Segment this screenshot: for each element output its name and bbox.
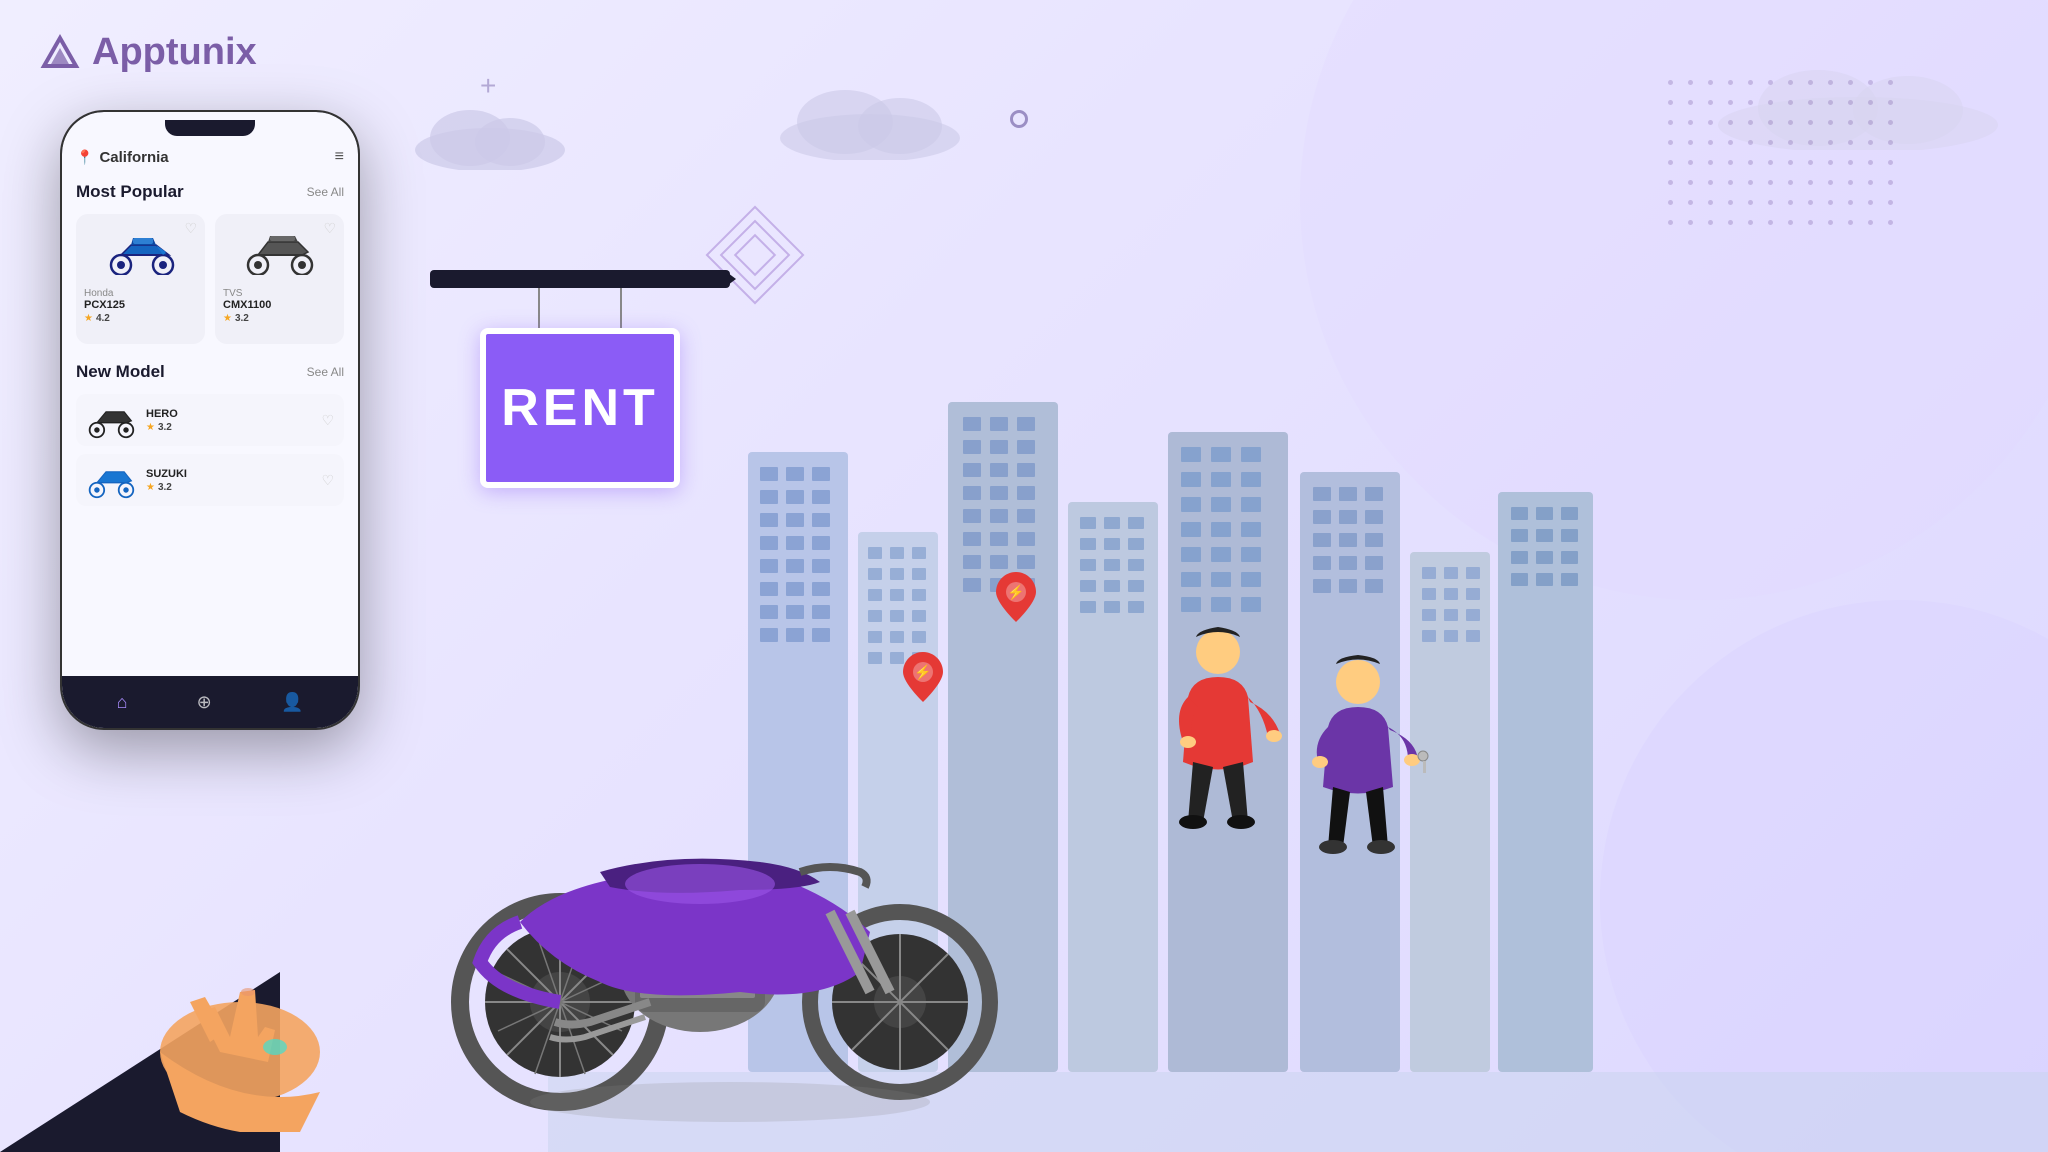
tvs-model: CMX1100 — [223, 299, 336, 311]
profile-nav-icon[interactable]: 👤 — [281, 692, 303, 713]
hero-rating-row: ★ 3.2 — [146, 422, 321, 433]
cloud-3 — [1708, 60, 2008, 150]
suzuki-rating-row: ★ 3.2 — [146, 482, 321, 493]
circle-decoration — [1010, 110, 1028, 128]
honda-model: PCX125 — [84, 299, 197, 311]
suzuki-bike-image — [86, 462, 136, 498]
honda-brand: Honda — [84, 288, 197, 299]
tvs-rating-row: ★ 3.2 — [223, 313, 336, 324]
tvs-rating: 3.2 — [235, 313, 249, 324]
logo-prefix: App — [92, 31, 166, 73]
tvs-heart-icon[interactable]: ♡ — [323, 220, 336, 237]
dots-pattern: // will be rendered via JS below — [1414, 80, 1648, 234]
location-label: California — [99, 149, 168, 166]
app-header: 📍 California ≡ — [76, 148, 344, 166]
suzuki-info: SUZUKI ★ 3.2 — [146, 468, 321, 493]
logo-icon — [36, 28, 84, 76]
chain-left — [538, 288, 540, 328]
suzuki-rating: 3.2 — [158, 482, 172, 493]
location-pin-icon: 📍 — [76, 149, 93, 166]
honda-card[interactable]: ♡ — [76, 214, 205, 344]
honda-rating: 4.2 — [96, 313, 110, 324]
search-nav-icon[interactable]: ⊕ — [197, 692, 212, 713]
location-row: 📍 California — [76, 149, 169, 166]
honda-bike-image — [84, 222, 197, 282]
hero-info: HERO ★ 3.2 — [146, 408, 321, 433]
hero-brand: HERO — [146, 408, 321, 420]
tvs-bike-image — [223, 222, 336, 282]
phone-content: 📍 California ≡ Most Popular See All ♡ — [62, 112, 358, 728]
suzuki-star: ★ — [146, 482, 155, 493]
hero-star: ★ — [146, 422, 155, 433]
phone-notch — [165, 120, 255, 136]
popular-cards: ♡ — [76, 214, 344, 344]
honda-star: ★ — [84, 313, 93, 324]
new-model-title: New Model — [76, 362, 165, 382]
suzuki-heart-icon[interactable]: ♡ — [321, 472, 334, 489]
suzuki-model-item[interactable]: SUZUKI ★ 3.2 ♡ — [76, 454, 344, 506]
hero-bike-image — [86, 402, 136, 438]
cloud-2 — [770, 80, 970, 160]
suzuki-brand: SUZUKI — [146, 468, 321, 480]
new-model-section-header: New Model See All — [76, 362, 344, 382]
plus-decoration: + — [480, 70, 496, 102]
phone-mockup: 📍 California ≡ Most Popular See All ♡ — [60, 110, 380, 750]
honda-rating-row: ★ 4.2 — [84, 313, 197, 324]
hero-rating: 3.2 — [158, 422, 172, 433]
phone-screen: 📍 California ≡ Most Popular See All ♡ — [62, 112, 358, 728]
tvs-star: ★ — [223, 313, 232, 324]
popular-see-all[interactable]: See All — [307, 185, 344, 199]
big-motorcycle — [360, 622, 1060, 1122]
pointing-hand — [100, 852, 380, 1132]
hero-heart-icon[interactable]: ♡ — [321, 412, 334, 429]
logo-text: Apptunix — [92, 31, 257, 74]
tvs-card[interactable]: ♡ — [215, 214, 344, 344]
bottom-navigation: ⌂ ⊕ 👤 — [62, 676, 358, 728]
popular-title: Most Popular — [76, 182, 184, 202]
logo: Apptunix — [36, 28, 257, 76]
logo-suffix: tunix — [166, 31, 257, 73]
hamburger-icon[interactable]: ≡ — [335, 148, 344, 166]
home-nav-icon[interactable]: ⌂ — [117, 692, 128, 713]
tvs-brand: TVS — [223, 288, 336, 299]
svg-text:⚡: ⚡ — [1007, 584, 1024, 601]
phone-frame: 📍 California ≡ Most Popular See All ♡ — [60, 110, 360, 730]
popular-section-header: Most Popular See All — [76, 182, 344, 202]
hero-model-item[interactable]: HERO ★ 3.2 ♡ — [76, 394, 344, 446]
new-model-see-all[interactable]: See All — [307, 365, 344, 379]
honda-heart-icon[interactable]: ♡ — [184, 220, 197, 237]
cloud-1 — [410, 100, 570, 170]
